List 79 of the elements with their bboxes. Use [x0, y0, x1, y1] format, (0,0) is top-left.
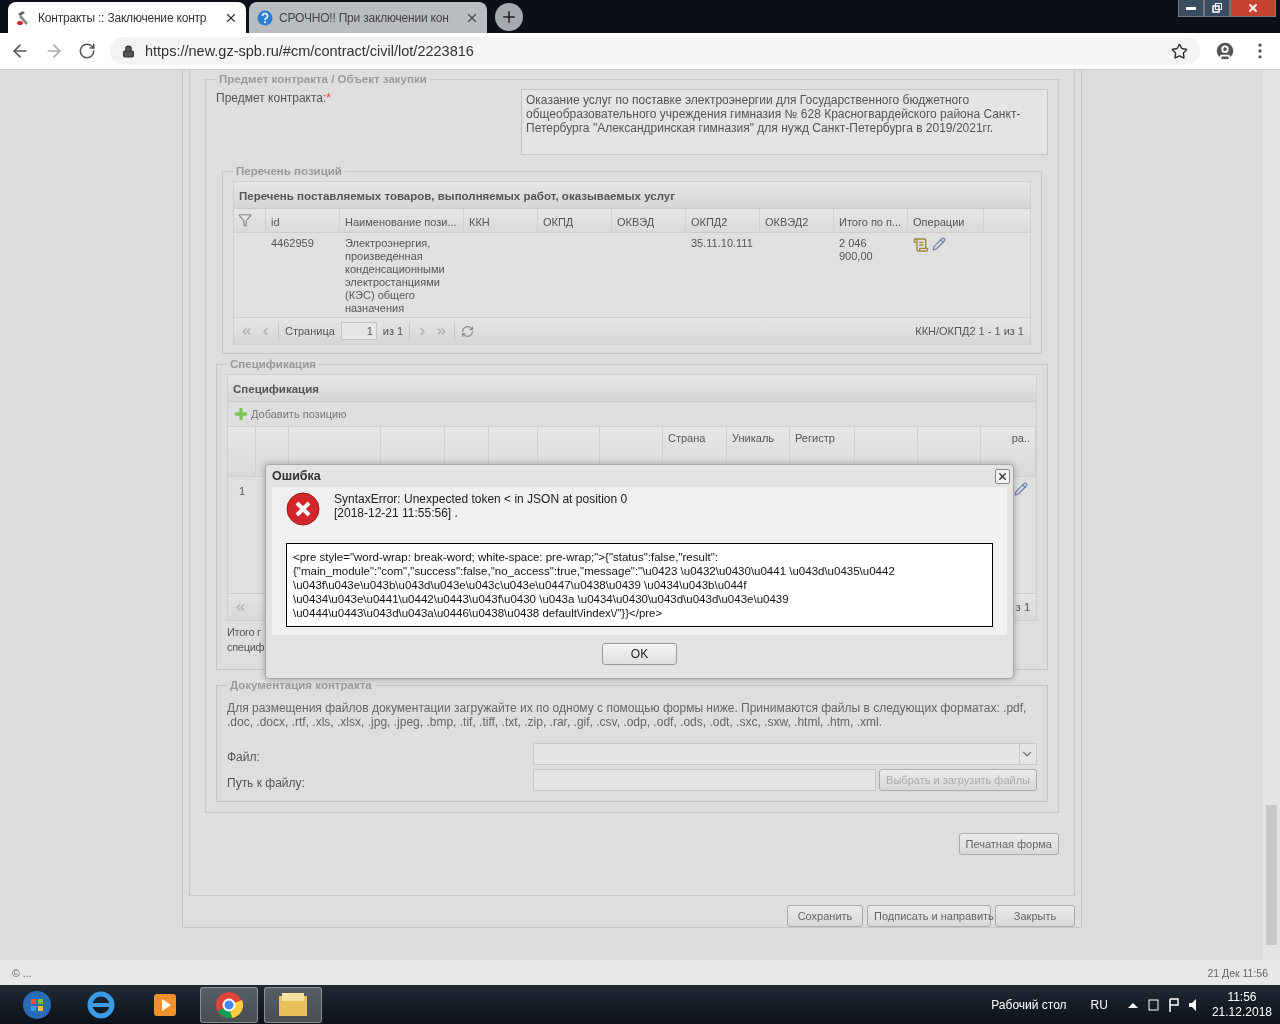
- table-cell-text: 35.11.10.111: [690, 236, 754, 251]
- footer-button[interactable]: Закрыть: [995, 905, 1075, 927]
- column-header[interactable]: Операции: [908, 209, 984, 232]
- close-window-button[interactable]: [1230, 0, 1276, 17]
- restore-icon[interactable]: [1212, 3, 1222, 13]
- plus-icon: [233, 406, 249, 422]
- column-header[interactable]: Итого по п...: [834, 209, 908, 232]
- error-message: SyntaxError: Unexpected token < in JSON at position 0: [334, 492, 628, 506]
- error-details: <pre style="word-wrap: break-word; white-space: pre-wrap;">{"status":false,"result": {"main_module":"com","success":false,"no_access":true,"message":"\u0423 \u0432\u0430\u0441 \u043d\u0435\u0442 \u043f\u043e\u043b\u043d\u043e\u043c\u043e\u0447\u0438\u0439 \u0434\u043b\u044f \u0434\u043e\u0441\u0442\u0443\u043f\u0430 \u043a \u0434\u0430\u043d\u043d\u043e\u0439 \u0444\u0443\u043d\u043a\u0446\u0438\u0438 default\/index\/"}}</pre>: [286, 543, 993, 627]
- table-cell-text: 1: [237, 484, 247, 499]
- speaker-icon[interactable]: [1188, 998, 1198, 1011]
- table-cell-text: 4462959: [270, 236, 315, 251]
- scrollbar-thumb[interactable]: [1266, 805, 1277, 945]
- grid-title: Спецификация: [228, 375, 1036, 402]
- minimize-icon[interactable]: [1186, 6, 1196, 10]
- error-icon: [286, 492, 320, 526]
- status-date: 21 Дек 11:56: [1207, 966, 1268, 979]
- total-label: Итого г: [227, 625, 261, 640]
- tray-arrow-icon[interactable]: [1127, 1001, 1138, 1008]
- pager-label: Страница: [285, 325, 335, 337]
- chrome-icon[interactable]: [200, 986, 258, 1023]
- upload-hint: Для размещения файлов документации загружайте их по одному с помощью формы ниже. Принимаются файлы в следующих форматах: .pdf, .doc, .docx, .rtf, .xls, .xlsx, .jpg, .jpeg, .bmp, .tif, .tiff, .txt, .zip, .rar, .gif, .csv, .odp, .odf, .ods, .odt, .sxc, .sxw, .html, .htm, .xml.: [227, 701, 1028, 729]
- edit-icon[interactable]: [1014, 482, 1028, 496]
- network-icon[interactable]: [1147, 998, 1159, 1011]
- new-tab-button[interactable]: [495, 3, 523, 31]
- lock-icon: [122, 44, 135, 58]
- flag-icon[interactable]: [1168, 997, 1179, 1012]
- copyright-text: © ...: [12, 966, 32, 979]
- required-mark: *: [326, 91, 332, 105]
- help-icon: [257, 9, 273, 26]
- section-legend: Предмет контракта / Объект закупки: [216, 73, 430, 85]
- field-label: Путь к файлу:: [227, 775, 306, 790]
- pager-total: из 1: [382, 325, 404, 337]
- browser-tab[interactable]: Контракты :: Заключение контр: [8, 2, 246, 33]
- path-field[interactable]: [533, 769, 877, 791]
- dialog-title: Ошибка: [272, 469, 321, 483]
- address-bar[interactable]: https://new.gz-spb.ru/#cm/contract/civil/lot/2223816: [110, 37, 1200, 65]
- plus-icon[interactable]: [500, 8, 518, 26]
- profile-button[interactable]: [1214, 40, 1236, 62]
- document-icon[interactable]: [913, 237, 929, 253]
- bookmark-star-icon[interactable]: [1171, 42, 1188, 60]
- total-label: специф: [227, 640, 265, 655]
- grid-title: Перечень поставляемых товаров, выполняемых работ, оказываемых услуг: [234, 182, 1030, 209]
- restore-button[interactable]: [1204, 0, 1230, 17]
- folder-icon[interactable]: [264, 986, 322, 1023]
- desktop-label[interactable]: Рабочий стол: [991, 997, 1067, 1012]
- add-position-button[interactable]: Добавить позицию: [233, 406, 347, 422]
- ok-button[interactable]: OK: [602, 643, 677, 665]
- page-input[interactable]: 1: [340, 322, 377, 340]
- filter-icon[interactable]: [238, 213, 252, 227]
- minimize-button[interactable]: [1178, 0, 1204, 17]
- column-header[interactable]: ОКПД: [538, 209, 612, 232]
- column-header[interactable]: ОКПД2: [686, 209, 760, 232]
- column-header[interactable]: Наименование пози...: [340, 209, 464, 232]
- table-cell-text: 2 046 900,00: [838, 236, 874, 264]
- scrollbar[interactable]: [1263, 70, 1280, 960]
- pager-summary: ККН/ОКПД2 1 - 1 из 1: [915, 325, 1024, 337]
- section-legend: Документация контракта: [227, 679, 375, 691]
- footer-button[interactable]: Сохранить: [787, 905, 863, 927]
- edit-icon[interactable]: [932, 237, 946, 251]
- column-header[interactable]: ОКВЭД: [612, 209, 686, 232]
- column-header[interactable]: ККН: [464, 209, 538, 232]
- field-label: Предмет контракта:*: [216, 90, 332, 105]
- browser-tab[interactable]: СРОЧНО!! При заключении кон: [249, 2, 487, 33]
- pager-total: з 1: [1015, 601, 1030, 613]
- subject-field[interactable]: Оказание услуг по поставке электроэнергии для Государственного бюджетного общеобразовательного учреждения гимназия № 628 Красногвардейского района Санкт-Петербурга "Александринская гимназия" для нужд Санкт-Петербурга в 2019/2021гг.: [521, 89, 1048, 155]
- windows-logo-icon[interactable]: [22, 989, 52, 1020]
- refresh-icon[interactable]: [461, 324, 475, 338]
- table-cell-text: Электроэнергия, произведенная конденсационными электростанциями (КЭС) общего назначения: [344, 236, 446, 316]
- section-legend: Перечень позиций: [233, 165, 345, 177]
- print-form-button[interactable]: Печатная форма: [958, 833, 1059, 855]
- field-label: Файл:: [227, 749, 261, 764]
- column-header[interactable]: ОКВЭД2: [760, 209, 834, 232]
- reload-button[interactable]: [78, 42, 96, 60]
- taskbar-clock[interactable]: 11:56 21.12.2018: [1211, 989, 1272, 1020]
- column-header[interactable]: id: [266, 209, 340, 232]
- error-timestamp: [2018-12-21 11:55:56] .: [334, 506, 459, 520]
- section-legend: Спецификация: [227, 358, 319, 370]
- language-indicator[interactable]: RU: [1090, 997, 1108, 1012]
